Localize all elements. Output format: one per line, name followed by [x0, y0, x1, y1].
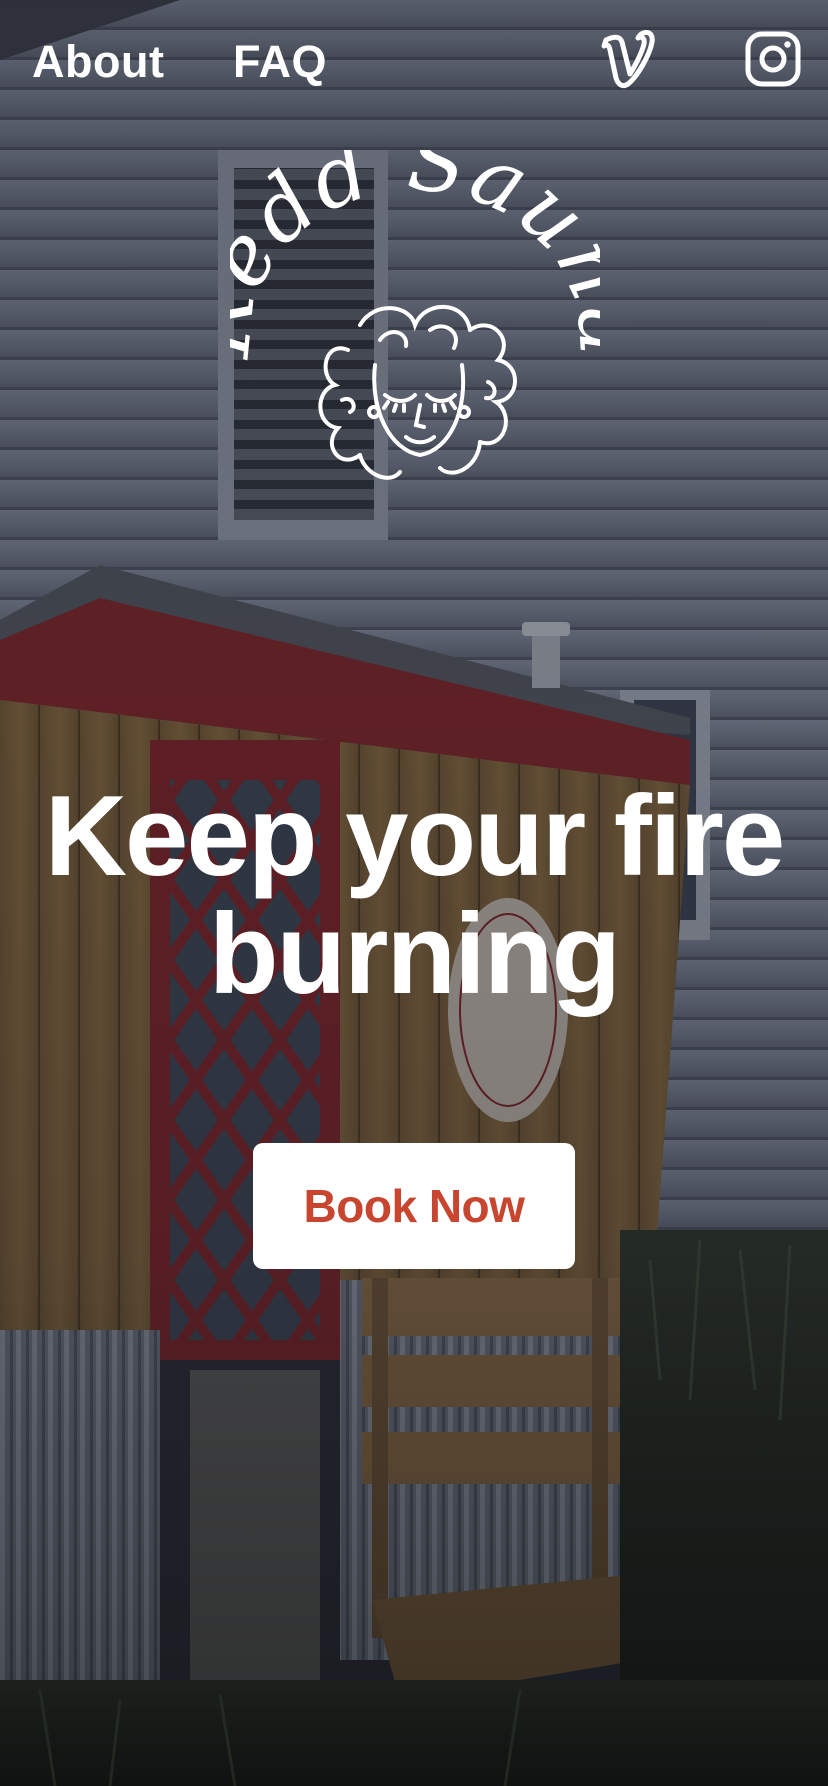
logo-text: Redd Sauna	[230, 150, 600, 363]
vimeo-icon	[601, 30, 655, 89]
instagram-link[interactable]	[744, 30, 802, 88]
hero-headline: Keep your fire burning	[44, 773, 786, 1018]
nav-link-about[interactable]: About	[32, 36, 164, 88]
book-now-button[interactable]: Book Now	[253, 1143, 575, 1269]
woman-face-icon	[318, 304, 517, 480]
top-navigation: About FAQ	[0, 0, 828, 130]
nav-link-faq[interactable]: FAQ	[233, 36, 327, 88]
redd-sauna-logo: Redd Sauna	[230, 150, 600, 480]
svg-text:Redd Sauna: Redd Sauna	[230, 150, 600, 363]
instagram-icon	[745, 31, 801, 87]
hero-section: About FAQ Redd Sauna	[0, 0, 828, 1786]
vimeo-link[interactable]	[600, 30, 656, 90]
